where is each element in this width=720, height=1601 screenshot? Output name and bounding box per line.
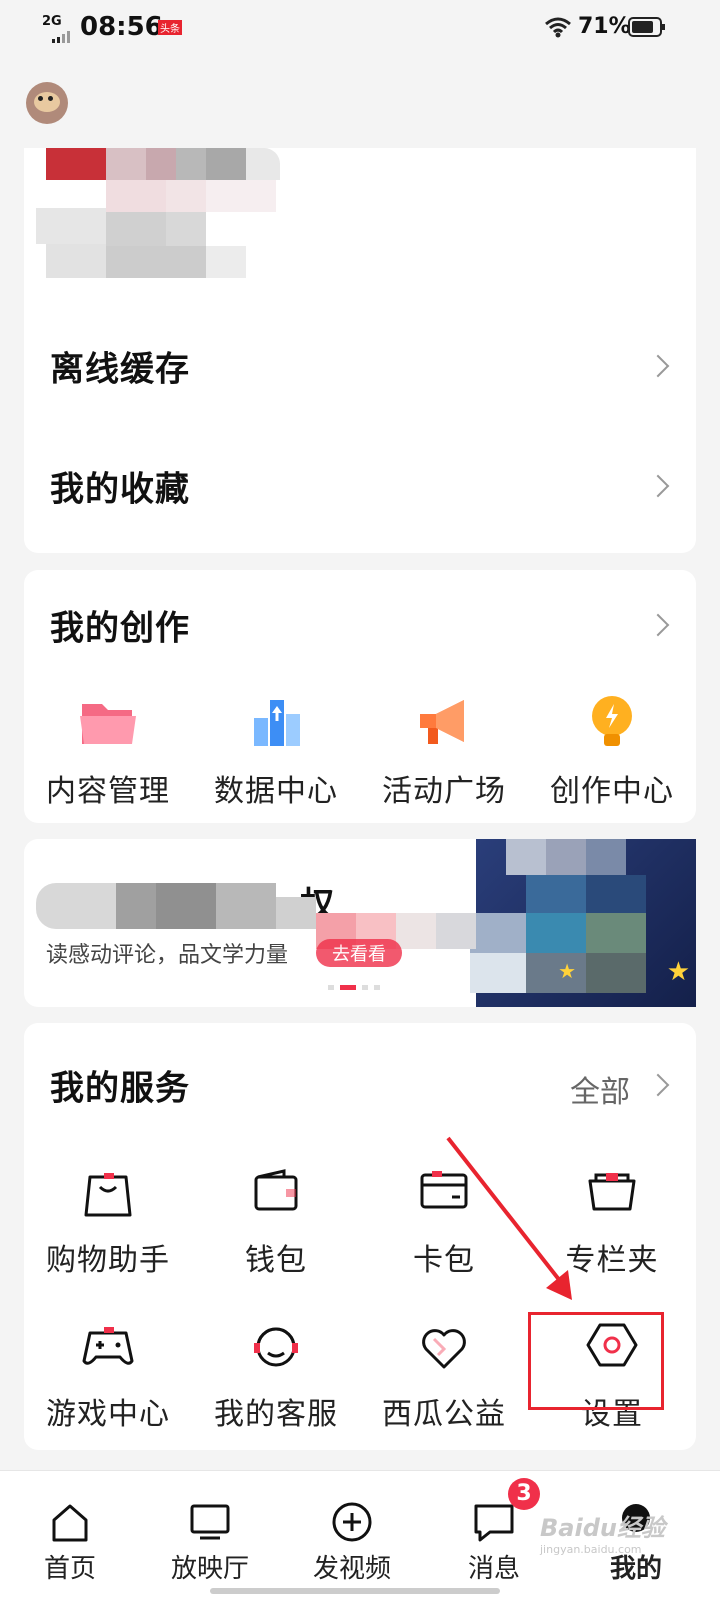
tab-post-video[interactable]: 发视频 (292, 1490, 412, 1600)
chat-icon (472, 1500, 516, 1544)
megaphone-icon (412, 690, 476, 754)
service-game-center[interactable]: 游戏中心 (24, 1301, 192, 1441)
lightbulb-icon (580, 690, 644, 754)
baidu-watermark: Baidu经验 jingyan.baidu.com (540, 1508, 665, 1556)
plus-circle-icon (330, 1500, 374, 1544)
folder-icon (76, 690, 140, 754)
home-icon (48, 1500, 92, 1544)
tv-icon (188, 1500, 232, 1544)
favorites-label: 我的收藏 (50, 469, 190, 510)
service-xigua-charity[interactable]: 西瓜公益 (360, 1301, 528, 1441)
message-count-badge: 3 (508, 1478, 540, 1510)
data-chart-icon (244, 690, 308, 754)
home-indicator (210, 1588, 500, 1594)
signal-label: 2G (42, 14, 62, 29)
annotation-arrow (446, 1136, 572, 1300)
profile-menu-card: 离线缓存 我的收藏 (24, 148, 696, 553)
banner-pagination (328, 985, 380, 990)
battery-icon (628, 17, 666, 37)
watermark-url: jingyan.baidu.com (540, 1543, 642, 1556)
service-customer-support[interactable]: 我的客服 (192, 1301, 360, 1441)
star-icon: ★ (666, 957, 690, 987)
gamepad-icon (76, 1313, 140, 1377)
avatar[interactable] (26, 82, 68, 124)
shopping-bag-icon (76, 1159, 140, 1223)
services-grid-row-1: 购物助手 钱包 卡包 专栏夹 (24, 1147, 696, 1287)
watermark-text: Baidu经验 (540, 1514, 665, 1542)
wifi-icon (544, 16, 572, 38)
tab-theater[interactable]: 放映厅 (150, 1490, 270, 1600)
battery-percent: 71% (578, 14, 631, 39)
heart-icon (412, 1313, 476, 1377)
chevron-right-icon (646, 1073, 670, 1097)
offline-cache-label: 离线缓存 (50, 349, 190, 390)
services-all-link[interactable]: 全部 (570, 1067, 630, 1111)
headset-icon (244, 1313, 308, 1377)
tab-home[interactable]: 首页 (10, 1490, 130, 1600)
service-wallet[interactable]: 钱包 (192, 1147, 360, 1287)
chevron-right-icon (646, 613, 670, 637)
creation-item-content-manage[interactable]: 内容管理 (24, 678, 192, 818)
banner-go-button[interactable]: 去看看 (316, 939, 402, 967)
mosaic-thumbnail (46, 148, 106, 180)
services-title: 我的服务 (50, 1068, 190, 1109)
news-badge: 头条 (158, 20, 182, 35)
annotation-highlight-box (528, 1312, 664, 1410)
banner-subtitle: 读感动评论，品文学力量 (46, 943, 289, 968)
status-bar: 2G 08:56 头条 71% (0, 0, 720, 56)
services-header: 我的服务 全部 (24, 1023, 696, 1147)
signal-icon (52, 28, 72, 43)
chevron-right-icon (646, 354, 670, 378)
creation-item-data-center[interactable]: 数据中心 (192, 678, 360, 818)
chevron-right-icon (646, 474, 670, 498)
creation-item-creator-center[interactable]: 创作中心 (528, 678, 696, 818)
service-shopping-assistant[interactable]: 购物助手 (24, 1147, 192, 1287)
creation-card: 我的创作 内容管理 数据中心 活动广场 创作中心 (24, 570, 696, 823)
creation-title: 我的创作 (50, 608, 190, 649)
creation-grid: 内容管理 数据中心 活动广场 创作中心 (24, 678, 696, 818)
creation-item-activity-square[interactable]: 活动广场 (360, 678, 528, 818)
clock: 08:56 (80, 12, 163, 42)
promo-banner[interactable]: ★ ★ 分 权 读感动评论，品文学力量 去看看 (24, 839, 696, 1007)
tab-messages[interactable]: 消息 3 (434, 1478, 554, 1600)
favorites-row[interactable]: 我的收藏 (24, 426, 696, 546)
creation-header[interactable]: 我的创作 (24, 570, 696, 680)
offline-cache-row[interactable]: 离线缓存 (24, 306, 696, 426)
wallet-icon (244, 1159, 308, 1223)
star-icon: ★ (558, 959, 576, 983)
